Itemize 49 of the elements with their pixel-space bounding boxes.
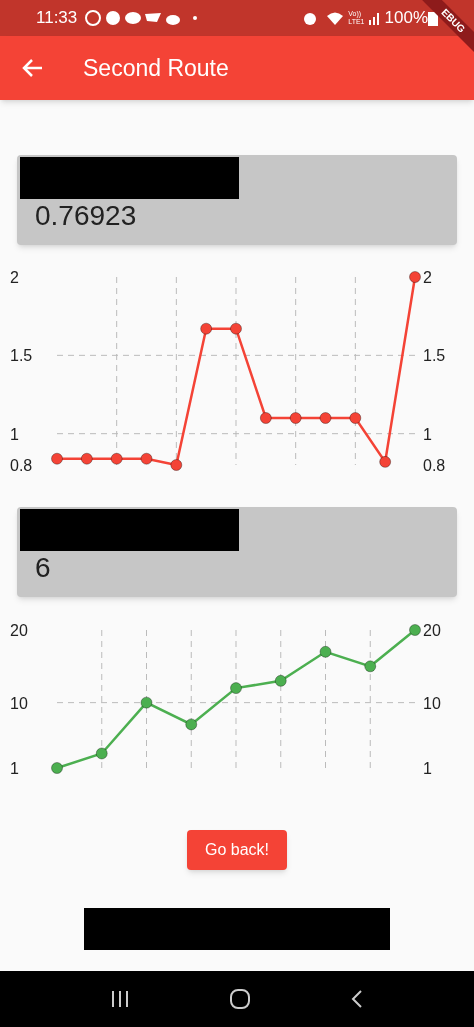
data-point (51, 762, 63, 774)
data-point (51, 452, 63, 465)
data-point (364, 660, 377, 673)
data-point (170, 459, 183, 471)
data-point (140, 696, 153, 709)
data-point (230, 322, 242, 335)
axis-label: 10 (10, 694, 28, 712)
data-point (289, 412, 302, 424)
home-icon[interactable] (229, 988, 251, 1010)
data-point (200, 322, 213, 335)
app-bar-title: Second Route (83, 53, 229, 83)
axis-label: 1 (423, 425, 432, 443)
recent-apps-icon[interactable] (109, 990, 130, 1008)
axis-label: 2 (423, 269, 432, 286)
data-point (230, 682, 242, 695)
clock-text: 11:33 (36, 7, 78, 30)
data-point (140, 452, 153, 465)
axis-label: 0.8 (10, 457, 33, 474)
signal-icon (368, 11, 381, 25)
data-point (349, 412, 362, 424)
battery-text: 100% (384, 7, 428, 30)
back-icon[interactable] (350, 989, 365, 1009)
axis-label: 1 (10, 760, 19, 777)
axis-label: 20 (10, 622, 28, 639)
axis-label: 1.5 (10, 347, 33, 365)
axis-label: 20 (423, 622, 441, 639)
data-point (185, 718, 198, 731)
axis-label: 2 (10, 269, 19, 286)
data-point (80, 452, 93, 465)
value-text: 6 (34, 551, 52, 582)
back-arrow-icon (21, 58, 43, 78)
data-point (274, 674, 287, 687)
data-point (409, 624, 421, 636)
value-text: 0.76923 (34, 199, 138, 230)
axis-label: 1 (423, 760, 432, 777)
battery-icon (428, 10, 438, 26)
data-point (319, 645, 332, 658)
axis-label: 0.8 (423, 457, 446, 474)
data-point (319, 412, 332, 424)
axis-label: 1 (10, 425, 19, 443)
wifi-icon (326, 10, 345, 26)
go-back-button[interactable]: Go back! (187, 830, 287, 870)
data-point (259, 412, 272, 424)
axis-label: 1.5 (423, 347, 446, 365)
data-point (409, 271, 421, 283)
data-point (95, 747, 108, 760)
axis-label: 10 (423, 694, 441, 712)
data-point (379, 455, 392, 468)
data-point (110, 452, 123, 465)
